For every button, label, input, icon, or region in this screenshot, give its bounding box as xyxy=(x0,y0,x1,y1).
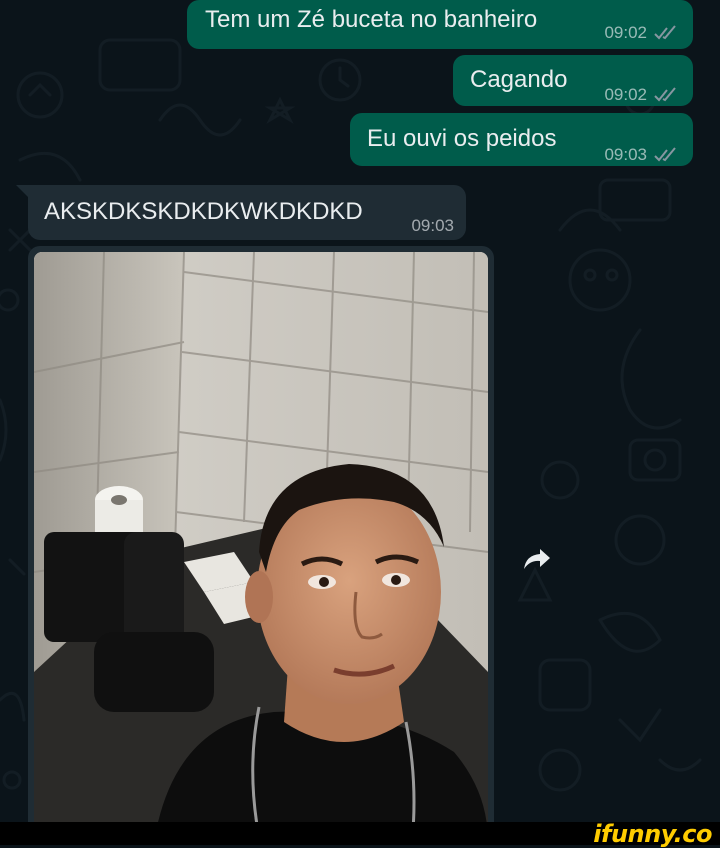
watermark-logo: ifunny.co xyxy=(593,820,712,848)
forward-icon xyxy=(524,549,550,569)
read-ticks-icon xyxy=(654,25,676,40)
message-text: Tem um Zé buceta no banheiro xyxy=(205,6,538,33)
message-time: 09:03 xyxy=(411,216,454,235)
message-time: 09:02 xyxy=(604,23,647,42)
message-meta: 09:02 xyxy=(604,80,679,110)
image-message[interactable] xyxy=(28,246,494,822)
selfie-photo[interactable] xyxy=(34,252,488,822)
message-meta: 09:02 xyxy=(604,18,679,48)
incoming-message[interactable]: AKSKDKSKDKDKWKDKDKD 09:03 xyxy=(28,185,466,240)
read-ticks-icon xyxy=(654,147,676,162)
message-text: Eu ouvi os peidos xyxy=(367,125,557,152)
outgoing-message[interactable]: Tem um Zé buceta no banheiro 09:02 xyxy=(187,0,693,49)
message-time: 09:02 xyxy=(604,85,647,104)
message-meta: 09:03 xyxy=(411,211,454,241)
message-text: AKSKDKSKDKDKWKDKDKD xyxy=(44,198,363,225)
message-text: Cagando xyxy=(470,66,568,93)
message-time: 09:03 xyxy=(604,145,647,164)
forward-button[interactable] xyxy=(514,536,560,582)
bathroom-selfie-image xyxy=(34,252,488,822)
read-ticks-icon xyxy=(654,87,676,102)
chat-background: Tem um Zé buceta no banheiro 09:02 Cagan… xyxy=(0,0,720,822)
outgoing-message[interactable]: Cagando 09:02 xyxy=(453,55,693,106)
message-meta: 09:03 xyxy=(604,140,679,170)
outgoing-message[interactable]: Eu ouvi os peidos 09:03 xyxy=(350,113,693,166)
